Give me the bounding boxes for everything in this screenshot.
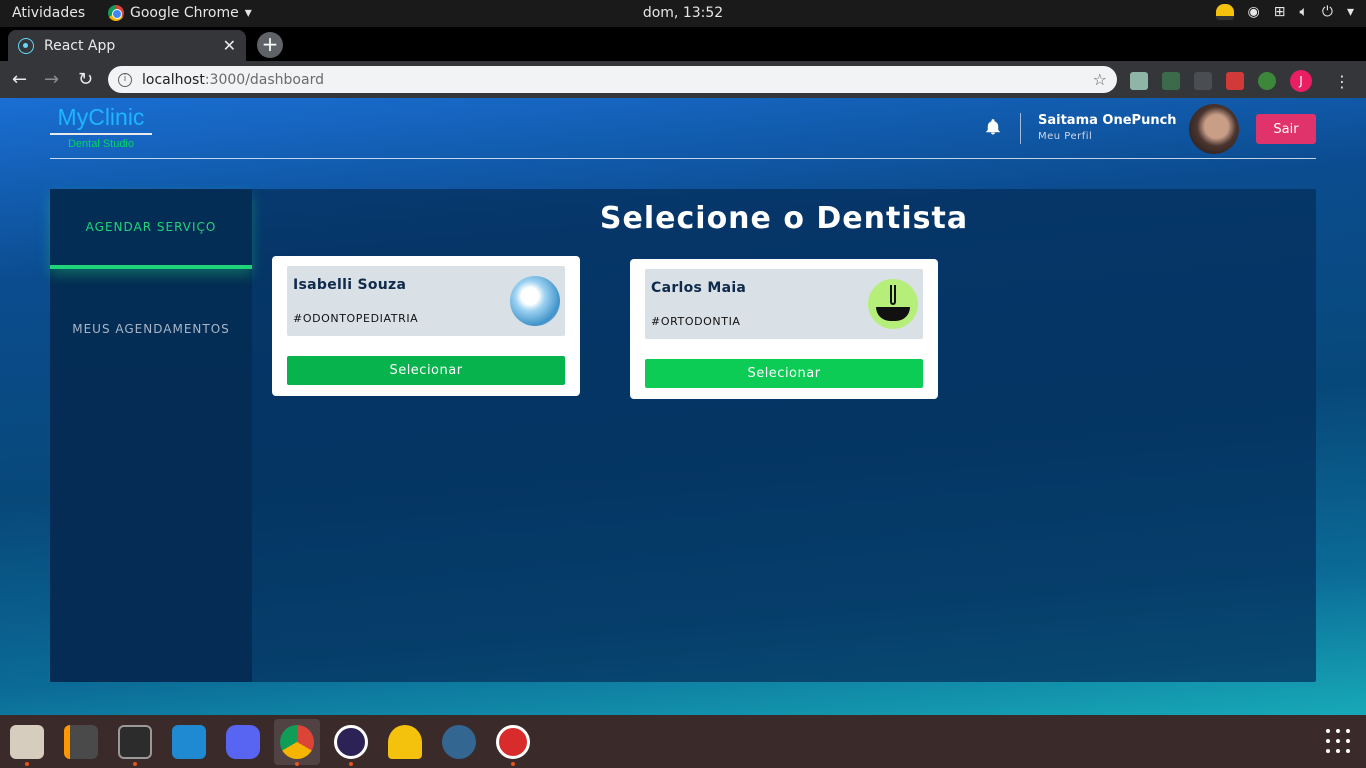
dentist-photo <box>868 279 918 329</box>
browser-tab[interactable]: React App ✕ <box>8 30 246 61</box>
chevron-down-icon: ▾ <box>1346 4 1354 20</box>
dock-terminal[interactable] <box>112 719 158 766</box>
close-icon[interactable]: ✕ <box>223 36 236 55</box>
back-icon[interactable]: ← <box>12 69 27 90</box>
network-icon[interactable]: ⊞ <box>1274 4 1286 20</box>
logout-button[interactable]: Sair <box>1256 114 1316 144</box>
power-icon[interactable]: ⏻ <box>1322 4 1333 20</box>
menu-kebab-icon[interactable]: ⋮ <box>1334 72 1350 91</box>
system-tray[interactable]: ◉ ⊞ 🔈︎ ⏻ ▾ <box>1215 4 1354 20</box>
dock <box>0 715 1366 768</box>
avatar[interactable] <box>1189 104 1239 154</box>
sublime-text-icon <box>64 725 98 759</box>
dentist-specialty: #ODONTOPEDIATRIA <box>293 312 419 325</box>
extensions: J ⋮ <box>1130 70 1350 92</box>
running-indicator <box>295 762 299 766</box>
brand-logo[interactable]: MyClinic Dental Studio <box>50 104 152 150</box>
dock-files[interactable] <box>4 719 50 766</box>
dock-discord[interactable] <box>220 719 266 765</box>
react-icon <box>18 37 34 54</box>
reload-icon[interactable]: ↻ <box>78 69 93 90</box>
cartoon-face-icon <box>890 285 896 305</box>
header-divider-line <box>50 158 1316 159</box>
dock-chrome[interactable] <box>274 719 320 766</box>
dentist-name: Isabelli Souza <box>293 277 407 293</box>
extension-search-icon[interactable] <box>1130 72 1148 90</box>
show-applications-icon[interactable] <box>1326 729 1350 753</box>
running-indicator <box>25 762 29 766</box>
system-top-bar: Atividades Google Chrome ▾ dom, 13:52 ◉ … <box>0 0 1366 27</box>
new-tab-button[interactable]: + <box>257 32 283 58</box>
cartoon-mouth <box>876 307 910 321</box>
running-indicator <box>133 762 137 766</box>
url-host: localhost <box>142 71 205 88</box>
extension-node-icon[interactable] <box>1258 72 1276 90</box>
dock-eclipse[interactable] <box>328 719 374 766</box>
tab-strip: React App ✕ ▁ ❐ ✕ <box>0 27 1366 77</box>
sidebar-item-my-appointments[interactable]: MEUS AGENDAMENTOS <box>50 289 252 369</box>
volume-icon[interactable]: 🔈︎ <box>1299 4 1307 20</box>
indicator-app-icon[interactable] <box>1215 4 1234 20</box>
tab-title: React App <box>44 37 116 54</box>
dentist-photo <box>510 276 560 326</box>
bookmark-star-icon[interactable]: ☆ <box>1093 70 1107 89</box>
postgres-icon <box>442 725 476 759</box>
clock[interactable]: dom, 13:52 <box>0 5 1366 21</box>
my-profile-link[interactable]: Meu Perfil <box>1038 131 1092 142</box>
dock-sublime[interactable] <box>58 719 104 765</box>
address-bar[interactable]: i localhost:3000/dashboard ☆ <box>108 66 1117 93</box>
dentist-info: Carlos Maia #ORTODONTIA <box>645 269 923 339</box>
sidebar: AGENDAR SERVIÇO MEUS AGENDAMENTOS <box>50 189 252 682</box>
select-dentist-button[interactable]: Selecionar <box>287 356 565 385</box>
eclipse-icon <box>334 725 368 759</box>
brand-subtitle: Dental Studio <box>67 138 135 150</box>
running-indicator <box>511 762 515 766</box>
dentist-name: Carlos Maia <box>651 280 747 296</box>
dock-postgres[interactable] <box>436 719 482 765</box>
bell-icon[interactable] <box>984 118 1002 136</box>
user-name: Saitama OnePunch <box>1038 113 1177 128</box>
app-icon <box>496 725 530 759</box>
files-icon <box>10 725 44 759</box>
sidebar-item-schedule-service[interactable]: AGENDAR SERVIÇO <box>50 189 252 269</box>
dentist-info: Isabelli Souza #ODONTOPEDIATRIA <box>287 266 565 336</box>
browser-toolbar: ← → ↻ i localhost:3000/dashboard ☆ J ⋮ <box>0 61 1366 98</box>
dashboard-panel: AGENDAR SERVIÇO MEUS AGENDAMENTOS Seleci… <box>50 189 1316 682</box>
dock-app-helmet[interactable] <box>382 719 428 765</box>
running-indicator <box>349 762 353 766</box>
page-title: Selecione o Dentista <box>599 201 969 236</box>
dock-app-red[interactable] <box>490 719 536 766</box>
dentist-card: Carlos Maia #ORTODONTIA Selecionar <box>630 259 938 399</box>
forward-icon[interactable]: → <box>44 69 59 90</box>
discord-icon <box>226 725 260 759</box>
discord-tray-icon[interactable]: ◉ <box>1248 4 1260 20</box>
dock-vscode[interactable] <box>166 719 212 765</box>
dentist-card: Isabelli Souza #ODONTOPEDIATRIA Selecion… <box>272 256 580 396</box>
header-divider <box>1020 113 1021 144</box>
brand-name: MyClinic <box>50 104 152 135</box>
site-info-icon[interactable]: i <box>118 72 132 87</box>
profile-avatar[interactable]: J <box>1290 70 1312 92</box>
select-dentist-button[interactable]: Selecionar <box>645 359 923 388</box>
url-path: :3000/dashboard <box>204 71 324 88</box>
extension-screen-icon[interactable] <box>1162 72 1180 90</box>
extension-json-icon[interactable] <box>1194 72 1212 90</box>
chrome-icon <box>280 725 314 759</box>
terminal-icon <box>118 725 152 759</box>
extension-bug-icon[interactable] <box>1226 72 1244 90</box>
helmet-icon <box>388 725 422 759</box>
dentist-specialty: #ORTODONTIA <box>651 315 741 328</box>
vscode-icon <box>172 725 206 759</box>
app-page: MyClinic Dental Studio Saitama OnePunch … <box>0 98 1366 715</box>
